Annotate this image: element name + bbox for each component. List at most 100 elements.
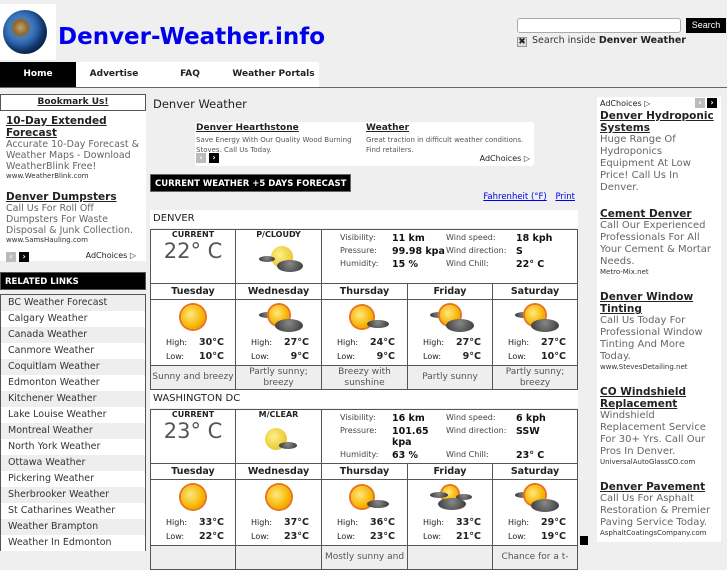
fahrenheit-link[interactable]: Fahrenheit (°F) [483, 192, 546, 202]
high-label: High: [166, 338, 188, 347]
visibility-label: Visibility: [340, 413, 376, 422]
nav-home[interactable]: Home [0, 62, 76, 87]
related-link[interactable]: Calgary Weather [1, 311, 145, 327]
humidity-value: 63 % [392, 450, 419, 461]
forecast-desc: Partly sunny; breezy [235, 365, 322, 390]
low-label: Low: [423, 352, 442, 361]
nav-weather-portals[interactable]: Weather Portals [228, 62, 319, 87]
forecast-desc: Sunny and breezy [150, 365, 236, 390]
high-label: High: [251, 338, 273, 347]
forecast-desc: Partly sunny; breezy [491, 365, 579, 390]
city-name: DENVER [150, 210, 578, 228]
high-label: High: [166, 518, 188, 527]
forecast-desc: Mostly sunny and [321, 545, 408, 570]
nav-advertise[interactable]: Advertise [76, 62, 152, 87]
ad-title[interactable]: Weather [366, 123, 409, 133]
ad-url[interactable]: Metro-Mix.net [600, 268, 718, 277]
low-label: Low: [251, 532, 270, 541]
wind-speed-value: 6 kph [516, 413, 546, 424]
sunny-icon [173, 482, 213, 516]
ad-title[interactable]: Denver Hydroponic Systems [600, 110, 718, 134]
ad-title[interactable]: Denver Hearthstone [196, 123, 299, 133]
forecast-desc [407, 545, 493, 570]
related-link[interactable]: St Catharines Weather [1, 503, 145, 519]
ad-desc: Call Us For Asphalt Restoration & Premie… [600, 493, 711, 528]
related-link[interactable]: Coquitlam Weather [1, 359, 145, 375]
search-inside-label: Search inside Denver Weather [532, 35, 686, 46]
search-button[interactable]: Search [686, 18, 726, 33]
nav-faq[interactable]: FAQ [152, 62, 228, 87]
related-link[interactable]: North York Weather [1, 439, 145, 455]
related-links-heading: RELATED LINKS [0, 272, 146, 290]
wind-speed-label: Wind speed: [446, 413, 496, 422]
related-link[interactable]: BC Weather Forecast [1, 295, 145, 311]
sunny-icon [259, 482, 299, 516]
ad-next-icon[interactable]: › [19, 252, 30, 262]
low-temp: 19°C [541, 531, 566, 542]
adchoices-link[interactable]: AdChoices ▷ [480, 154, 530, 163]
ad-next-icon[interactable]: › [707, 98, 717, 108]
related-link[interactable]: Lake Louise Weather [1, 407, 145, 423]
top-ad-block: Denver Hearthstone Save Energy With Our … [195, 122, 534, 166]
ad-title[interactable]: Denver Dumpsters [6, 191, 140, 203]
site-header: Denver-Weather.info Search ✖ Search insi… [0, 0, 727, 60]
pressure-label: Pressure: [340, 246, 377, 255]
visibility-label: Visibility: [340, 233, 376, 242]
ad-url[interactable]: www.SamsHauling.com [6, 236, 140, 245]
ad-prev-icon[interactable]: ‹ [196, 153, 206, 163]
related-link[interactable]: Canmore Weather [1, 343, 145, 359]
bookmark-link[interactable]: Bookmark Us! [0, 94, 146, 111]
related-link[interactable]: Kitchener Weather [1, 391, 145, 407]
forecast-cell: High: 33°C Low: 22°C [150, 479, 236, 546]
logo[interactable] [0, 4, 56, 60]
wind-chill-label: Wind Chill: [446, 259, 489, 268]
related-link[interactable]: Canada Weather [1, 327, 145, 343]
ad-prev-icon[interactable]: ‹ [695, 98, 705, 108]
forecast-table: CURRENT 23° C M/CLEAR Visibility: 16 km Wi… [150, 409, 579, 570]
ad-prev-icon[interactable]: ‹ [6, 252, 16, 262]
ad-url[interactable]: www.WeatherBlink.com [6, 172, 140, 181]
pressure-value: 99.98 kpa [392, 246, 445, 257]
cloudy-icon [430, 482, 472, 516]
left-ad-block: 10-Day Extended Forecast Accurate 10-Day… [0, 111, 146, 262]
related-link[interactable]: Weather In Edmonton [1, 535, 145, 551]
related-link[interactable]: Pickering Weather [1, 471, 145, 487]
adchoices-link[interactable]: AdChoices ▷ [600, 99, 650, 108]
ad-url[interactable]: UniversalAutoGlassCO.com [600, 458, 718, 467]
search-label-site: Denver Weather [598, 35, 686, 46]
ad-title[interactable]: Denver Pavement [600, 481, 718, 493]
forecast-cell: High: 27°C Low: 9°C [407, 299, 493, 366]
low-temp: 21°C [456, 531, 481, 542]
forecast-desc: Partly sunny [407, 365, 493, 390]
forecast-day: Saturday [491, 463, 579, 480]
forecast-day: Wednesday [235, 463, 322, 480]
search-input[interactable] [517, 18, 681, 33]
forecast-cell: High: 30°C Low: 10°C [150, 299, 236, 366]
ad-url[interactable]: www.StevesDetailing.net [600, 363, 718, 372]
city-forecast: WASHINGTON DC CURRENT 23° C M/CLEAR Visib… [150, 390, 579, 570]
wind-direction-value: SSW [516, 426, 540, 437]
condition-label: P/CLOUDY [256, 230, 301, 239]
globe-icon [3, 10, 47, 54]
site-title[interactable]: Denver-Weather.info [58, 24, 325, 50]
mostly-sunny-icon [345, 302, 389, 336]
ad-url[interactable]: AsphaltCoatingsCompany.com [600, 529, 718, 538]
forecast-heading: CURRENT WEATHER +5 DAYS FORECAST [150, 174, 352, 192]
adchoices-link[interactable]: AdChoices ▷ [86, 251, 136, 260]
ad-title[interactable]: 10-Day Extended Forecast [6, 115, 140, 139]
ad-title[interactable]: Denver Window Tinting [600, 291, 718, 315]
sunny-icon [173, 302, 213, 336]
related-link[interactable]: Edmonton Weather [1, 375, 145, 391]
low-temp: 9°C [290, 351, 309, 362]
related-link[interactable]: Sherbrooker Weather [1, 487, 145, 503]
low-temp: 9°C [462, 351, 481, 362]
print-link[interactable]: Print [555, 192, 575, 202]
related-link[interactable]: Montreal Weather [1, 423, 145, 439]
ad-title[interactable]: Cement Denver [600, 208, 718, 220]
related-link[interactable]: Ottawa Weather [1, 455, 145, 471]
related-link[interactable]: Weather Brampton [1, 519, 145, 535]
ad-next-icon[interactable]: › [209, 153, 219, 163]
ad-title[interactable]: CO Windshield Replacement [600, 386, 718, 410]
search-inside-checkbox[interactable]: ✖ [517, 37, 527, 47]
high-temp: 24°C [370, 337, 395, 348]
